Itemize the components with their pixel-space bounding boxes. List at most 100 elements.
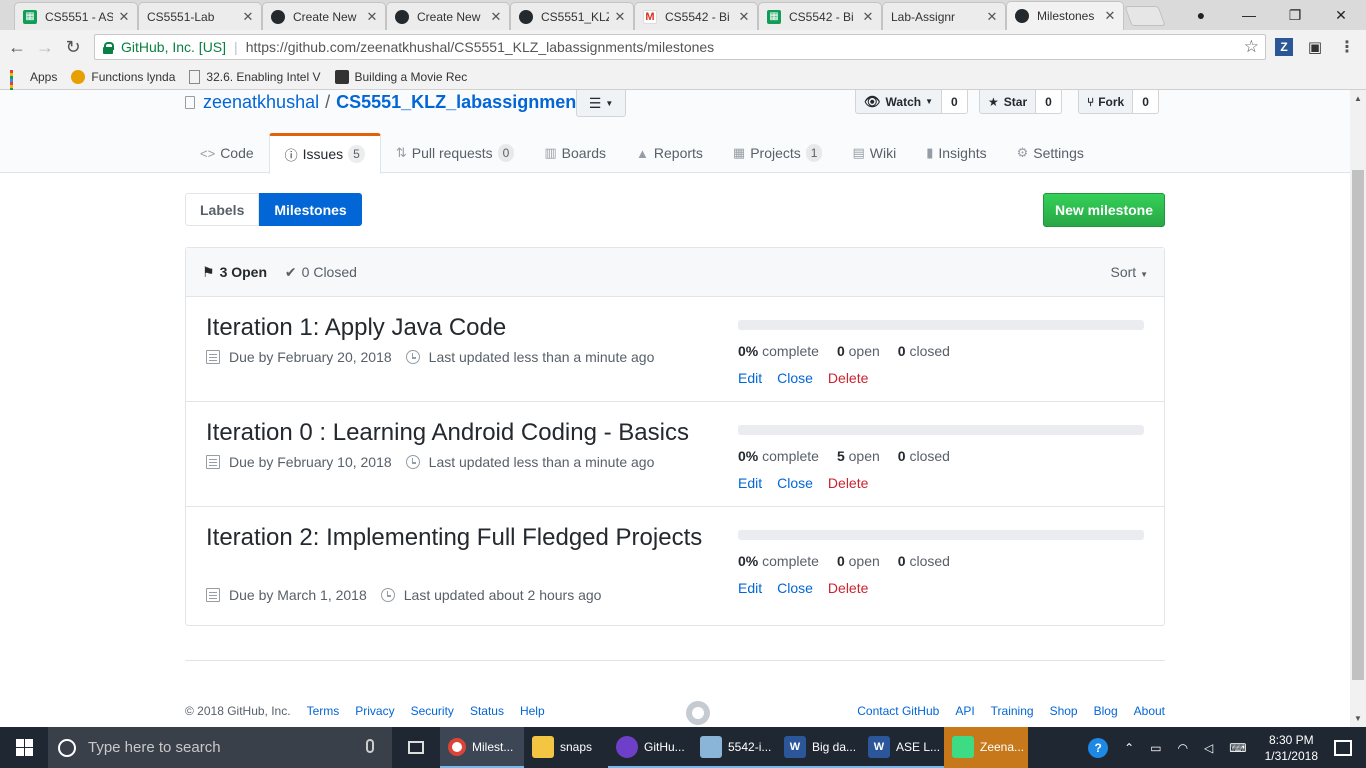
footer-link-terms[interactable]: Terms — [307, 704, 340, 718]
tab-wiki[interactable]: ▤ Wiki — [837, 133, 911, 173]
sort-dropdown[interactable]: Sort ▼ — [1111, 264, 1149, 280]
edit-link[interactable]: Edit — [738, 580, 762, 596]
fork-count[interactable]: 0 — [1133, 90, 1159, 114]
fork-button[interactable]: ⑂ Fork — [1078, 90, 1134, 114]
scroll-down-icon[interactable]: ▼ — [1354, 714, 1362, 723]
tab-code[interactable]: <> Code — [185, 133, 269, 173]
profile-icon[interactable]: ● — [1178, 0, 1224, 30]
new-milestone-button[interactable]: New milestone — [1043, 193, 1165, 227]
footer-link-api[interactable]: API — [955, 704, 974, 718]
github-mark-icon[interactable] — [686, 701, 710, 725]
scrollbar-thumb[interactable] — [1352, 170, 1364, 680]
bookmark-apps[interactable]: Apps — [10, 69, 57, 97]
volume-icon[interactable]: ◁ — [1204, 741, 1213, 755]
milestones-tab[interactable]: Milestones — [259, 193, 362, 226]
footer-link-security[interactable]: Security — [411, 704, 454, 718]
edit-link[interactable]: Edit — [738, 370, 762, 386]
closed-filter-link[interactable]: ✔ 0 Closed — [285, 264, 357, 281]
footer-link-privacy[interactable]: Privacy — [355, 704, 394, 718]
address-bar[interactable]: GitHub, Inc. [US] | https://github.com/z… — [94, 34, 1266, 60]
labels-tab[interactable]: Labels — [185, 193, 260, 226]
footer-link-status[interactable]: Status — [470, 704, 504, 718]
star-count[interactable]: 0 — [1036, 90, 1062, 114]
milestone-title-link[interactable]: Iteration 2: Implementing Full Fledged P… — [206, 524, 706, 552]
tab-pull-requests[interactable]: ⇅ Pull requests 0 — [381, 133, 530, 173]
footer-link-training[interactable]: Training — [991, 704, 1034, 718]
new-tab-button[interactable] — [1124, 6, 1166, 26]
watch-count[interactable]: 0 — [942, 90, 968, 114]
taskbar-search[interactable]: Type here to search — [48, 727, 392, 768]
browser-tab[interactable]: Create New ✕ — [386, 2, 510, 30]
star-button[interactable]: ★ Star — [979, 90, 1037, 114]
edit-link[interactable]: Edit — [738, 475, 762, 491]
close-tab-icon[interactable]: ✕ — [365, 9, 379, 25]
taskbar-app[interactable]: W Big da... — [776, 727, 860, 768]
taskbar-app[interactable]: Milest... — [440, 727, 524, 768]
delete-link[interactable]: Delete — [828, 370, 868, 386]
browser-tab[interactable]: CS5551_KLZ ✕ — [510, 2, 634, 30]
footer-link-shop[interactable]: Shop — [1050, 704, 1078, 718]
zotero-icon[interactable]: Z — [1275, 38, 1293, 56]
close-tab-icon[interactable]: ✕ — [985, 9, 999, 25]
notifications-icon[interactable] — [1334, 739, 1352, 756]
battery-icon[interactable]: ▭ — [1150, 741, 1161, 755]
close-window-icon[interactable]: ✕ — [1318, 0, 1364, 30]
tab-reports[interactable]: ▲ Reports — [621, 133, 718, 173]
page-scrollbar[interactable]: ▲ ▼ — [1350, 90, 1366, 727]
help-icon[interactable]: ? — [1088, 737, 1109, 758]
bookmark-item[interactable]: 32.6. Enabling Intel V — [189, 69, 321, 84]
tab-projects[interactable]: ▦ Projects 1 — [718, 133, 838, 173]
close-tab-icon[interactable]: ✕ — [117, 9, 131, 25]
bookmark-star-icon[interactable]: ☆ — [1244, 37, 1259, 57]
browser-tab[interactable]: ▦ CS5551 - AS ✕ — [14, 2, 138, 30]
start-button[interactable] — [0, 727, 48, 768]
close-tab-icon[interactable]: ✕ — [489, 9, 503, 25]
bookmark-item[interactable]: Functions lynda — [71, 69, 175, 84]
delete-link[interactable]: Delete — [828, 580, 868, 596]
url-text[interactable]: https://github.com/zeenatkhushal/CS5551_… — [246, 39, 715, 55]
taskbar-clock[interactable]: 8:30 PM 1/31/2018 — [1265, 732, 1318, 764]
close-link[interactable]: Close — [777, 370, 813, 386]
taskbar-app[interactable]: GitHu... — [608, 727, 692, 768]
forward-icon[interactable]: → — [34, 36, 56, 58]
taskbar-app[interactable]: W ASE L... — [860, 727, 944, 768]
close-tab-icon[interactable]: ✕ — [241, 9, 255, 25]
tab-insights[interactable]: ▮ Insights — [911, 133, 1001, 173]
tab-issues[interactable]: ⓘ Issues 5 — [268, 133, 381, 174]
milestone-title-link[interactable]: Iteration 0 : Learning Android Coding - … — [206, 419, 706, 447]
task-view-button[interactable] — [392, 727, 440, 768]
taskbar-app[interactable]: Zeena... — [944, 727, 1028, 768]
tab-settings[interactable]: ⚙ Settings — [1002, 133, 1099, 173]
close-tab-icon[interactable]: ✕ — [613, 9, 627, 25]
footer-link-about[interactable]: About — [1134, 704, 1165, 718]
microphone-icon[interactable] — [366, 739, 374, 753]
repo-name-link[interactable]: CS5551_KLZ_labassignments — [336, 92, 592, 113]
close-tab-icon[interactable]: ✕ — [1103, 8, 1117, 24]
keyboard-icon[interactable]: ⌨ — [1229, 741, 1246, 755]
close-link[interactable]: Close — [777, 580, 813, 596]
wifi-icon[interactable]: ◠ — [1178, 741, 1188, 755]
browser-tab[interactable]: box Lab-Assignr ✕ — [882, 2, 1006, 30]
footer-link-blog[interactable]: Blog — [1094, 704, 1118, 718]
open-filter-link[interactable]: ⚑ 3 Open — [202, 264, 267, 281]
minimize-icon[interactable]: — — [1226, 0, 1272, 30]
browser-tab[interactable]: Create New ✕ — [262, 2, 386, 30]
chrome-menu-icon[interactable]: ⋮ — [1338, 38, 1356, 56]
restore-icon[interactable]: ❐ — [1272, 0, 1318, 30]
footer-link-contact[interactable]: Contact GitHub — [857, 704, 939, 718]
close-tab-icon[interactable]: ✕ — [737, 9, 751, 25]
page-menu-button[interactable]: ☰ ▼ — [576, 90, 626, 117]
reload-icon[interactable]: ↻ — [62, 36, 84, 58]
footer-link-help[interactable]: Help — [520, 704, 545, 718]
delete-link[interactable]: Delete — [828, 475, 868, 491]
extension-icon[interactable]: ▣ — [1306, 38, 1324, 56]
milestone-title-link[interactable]: Iteration 1: Apply Java Code — [206, 314, 706, 342]
repo-owner-link[interactable]: zeenatkhushal — [203, 92, 319, 113]
tab-boards[interactable]: ▥ Boards — [529, 133, 621, 173]
browser-tab[interactable]: box CS5551-Lab ✕ — [138, 2, 262, 30]
chevron-up-icon[interactable]: ⌃ — [1124, 741, 1134, 755]
back-icon[interactable]: ← — [6, 36, 28, 58]
browser-tab[interactable]: M CS5542 - Bi ✕ — [634, 2, 758, 30]
browser-tab[interactable]: ▦ CS5542 - Bi ✕ — [758, 2, 882, 30]
watch-button[interactable]: 👁 Watch ▼ — [855, 90, 942, 114]
